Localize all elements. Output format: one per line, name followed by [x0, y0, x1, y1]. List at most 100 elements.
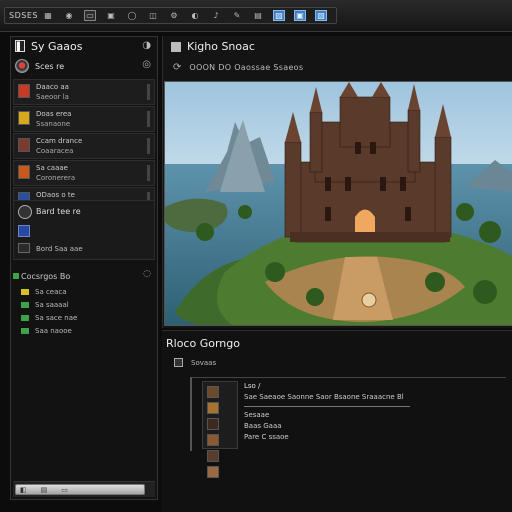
- export-icon[interactable]: ▧: [315, 10, 327, 21]
- detail-subheader: Sovaas: [174, 358, 216, 367]
- category-label: Sa ceaca: [35, 288, 67, 296]
- main-header: Kigho Snoac: [171, 40, 255, 53]
- item-title: Doas erea: [36, 110, 72, 118]
- thumbnail[interactable]: [207, 402, 219, 414]
- user-name: Sces re: [35, 61, 65, 71]
- footer-button-icon[interactable]: ◧: [20, 486, 27, 494]
- color-swatch-icon: [21, 289, 29, 295]
- item-subtitle: Coronerera: [36, 174, 76, 182]
- detail-title: Rloco Gorngo: [166, 337, 240, 350]
- list-item[interactable]: Ccam drance Coaaracea: [13, 133, 155, 159]
- user-thumbnail: [18, 225, 30, 237]
- detail-line: Pare C ssaoe: [244, 433, 289, 441]
- thumbnail[interactable]: [207, 466, 219, 478]
- user-settings-icon[interactable]: ◎: [142, 59, 151, 70]
- drag-handle-icon[interactable]: [147, 84, 150, 100]
- user-avatar-icon: [18, 205, 32, 219]
- grid-icon[interactable]: ▦: [42, 10, 54, 21]
- category-icon: [13, 273, 19, 279]
- toolbar-strip: SDSES ▦ ◉ ▭ ▣ ◯ ◫ ⚙ ◐ ♪ ✎ ▤ ▨ ▣ ▧: [4, 7, 337, 24]
- checkbox-icon[interactable]: [174, 358, 183, 367]
- detail-panel: Rloco Gorngo Sovaas Lso / Sae Saeaoe Sao…: [162, 330, 512, 512]
- main-area: Kigho Snoac ⟳ OOON DO Oaossae Ssaeos: [162, 36, 512, 328]
- detail-line: Lso /: [244, 382, 261, 390]
- app-label: SDSES: [9, 11, 38, 20]
- list-item[interactable]: Daaco aa Saeoor la: [13, 79, 155, 105]
- category-row[interactable]: Saa naooe: [21, 326, 72, 336]
- image-icon[interactable]: ▨: [273, 10, 285, 21]
- category-row[interactable]: Sa ceaca: [21, 287, 67, 297]
- category-title: Cocsrgos Bo: [21, 272, 71, 281]
- folder-icon[interactable]: ▭: [84, 10, 96, 21]
- toggle-icon[interactable]: ◐: [189, 10, 201, 21]
- item-thumbnail: [18, 165, 30, 179]
- tree-rail: [190, 377, 192, 451]
- document-icon: [171, 41, 181, 52]
- line-separator: [244, 406, 410, 407]
- category-row[interactable]: Sa saaaal: [21, 300, 69, 310]
- category-label: Sa sace nae: [35, 314, 78, 322]
- main-subheader: ⟳ OOON DO Oaossae Ssaeos: [173, 62, 303, 73]
- detail-lines: Lso / Sae Saeaoe Saonne Saor Bsaone Sraa…: [244, 382, 410, 444]
- item-thumbnail: [18, 138, 30, 152]
- item-subtitle: Coaaracea: [36, 147, 74, 155]
- pen-icon[interactable]: ✎: [231, 10, 243, 21]
- drag-handle-icon[interactable]: [147, 138, 150, 154]
- item-thumbnail: [18, 111, 30, 125]
- detail-sub-text: Sovaas: [191, 358, 217, 367]
- user-block-name: Bard tee re: [36, 207, 81, 216]
- detail-line: Sae Saeaoe Saonne Saor Bsaone Sraaacne B…: [244, 393, 404, 401]
- footer-button-icon[interactable]: ▭: [61, 486, 68, 494]
- footer-scrollbar[interactable]: ◧ ▤ ▭: [15, 484, 145, 495]
- user-row[interactable]: Sces re ◎: [13, 58, 155, 74]
- main-title: Kigho Snoac: [187, 40, 255, 53]
- thumbnail-grid[interactable]: [202, 381, 238, 478]
- toolbar-buttons: ▦ ◉ ▭ ▣ ◯ ◫ ⚙ ◐ ♪ ✎ ▤ ▨ ▣ ▧: [42, 10, 336, 21]
- settings-icon[interactable]: ⚙: [168, 10, 180, 21]
- save-icon[interactable]: ▣: [105, 10, 117, 21]
- item-title: Ccam drance: [36, 137, 83, 145]
- thumbnail[interactable]: [207, 418, 219, 430]
- detail-line: Sesaae: [244, 411, 270, 419]
- left-footer: ◧ ▤ ▭: [13, 481, 155, 497]
- thumbnail[interactable]: [207, 386, 219, 398]
- user-block[interactable]: Bard tee re Bord Saa aae: [13, 200, 155, 260]
- user-block-sub: Bord Saa aae: [36, 245, 83, 253]
- divider: [190, 377, 506, 378]
- panel-menu-icon[interactable]: ◑: [142, 40, 151, 51]
- item-title: Daaco aa: [36, 83, 69, 91]
- music-icon[interactable]: ♪: [210, 10, 222, 21]
- footer-button-icon[interactable]: ▤: [41, 486, 48, 494]
- drag-handle-icon[interactable]: [147, 165, 150, 181]
- user-sub-icon: [18, 243, 30, 253]
- layers-icon[interactable]: ◫: [147, 10, 159, 21]
- detail-line: Baas Gaaa: [244, 422, 282, 430]
- left-panel: ▌ Sy Gaaos ◑ Sces re ◎ Daaco aa Saeoor la…: [10, 36, 158, 500]
- item-title: ODaos o te: [36, 191, 75, 199]
- color-swatch-icon: [21, 302, 29, 308]
- left-panel-header: ▌ Sy Gaaos ◑: [11, 37, 157, 55]
- category-row[interactable]: Sa sace nae: [21, 313, 77, 323]
- eye-icon[interactable]: ◉: [63, 10, 75, 21]
- drag-handle-icon[interactable]: [147, 111, 150, 127]
- thumbnail[interactable]: [207, 434, 219, 446]
- circle-icon[interactable]: ◯: [126, 10, 138, 21]
- item-thumbnail: [18, 84, 30, 98]
- thumbnail[interactable]: [207, 450, 219, 462]
- toolbar: SDSES ▦ ◉ ▭ ▣ ◯ ◫ ⚙ ◐ ♪ ✎ ▤ ▨ ▣ ▧: [0, 0, 512, 32]
- monitor-icon[interactable]: ▣: [294, 10, 306, 21]
- category-collapse-icon[interactable]: ◌: [143, 269, 151, 279]
- list-item[interactable]: Doas erea Ssanaone: [13, 106, 155, 132]
- list-item[interactable]: Sa caaae Coronerera: [13, 160, 155, 186]
- category-section: Cocsrgos Bo ◌ Sa ceaca Sa saaaal Sa sace n…: [13, 265, 155, 339]
- castle-image[interactable]: [164, 81, 512, 326]
- item-subtitle: Saeoor la: [36, 93, 69, 101]
- refresh-icon[interactable]: ⟳: [173, 62, 181, 73]
- main-sub-text: OOON DO Oaossae Ssaeos: [189, 63, 304, 72]
- left-panel-title: Sy Gaaos: [31, 39, 83, 53]
- app-icon: ▌: [15, 40, 25, 52]
- copy-icon[interactable]: ▤: [252, 10, 264, 21]
- item-list: Daaco aa Saeoor la Doas erea Ssanaone Ccam d…: [11, 79, 157, 214]
- avatar[interactable]: [15, 59, 29, 73]
- item-subtitle: Ssanaone: [36, 120, 71, 128]
